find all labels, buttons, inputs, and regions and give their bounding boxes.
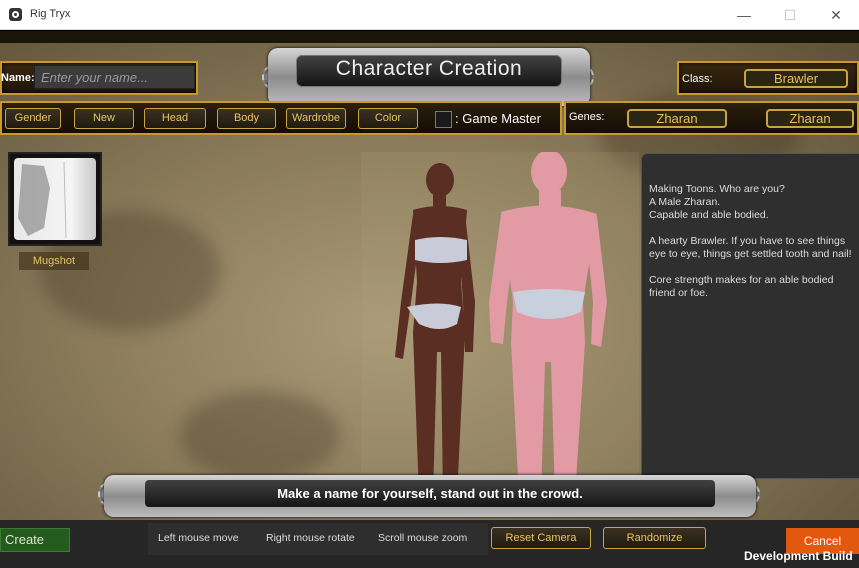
new-button[interactable]: New: [74, 108, 134, 129]
name-label: Name:: [1, 72, 35, 84]
randomize-button[interactable]: Randomize: [603, 527, 706, 549]
create-button[interactable]: Create: [0, 528, 70, 552]
gene-selector-1[interactable]: Zharan: [627, 109, 727, 128]
description-paragraph: Making Toons. Who are you? A Male Zharan…: [649, 183, 859, 222]
page-title: Character Creation: [335, 57, 523, 80]
mugshot-button[interactable]: Mugshot: [19, 252, 89, 270]
wardrobe-button[interactable]: Wardrobe: [286, 108, 346, 129]
minimize-button[interactable]: —: [728, 4, 760, 26]
description-line: A hearty Brawler. If you have to see thi…: [649, 235, 852, 260]
character-models: [395, 150, 607, 497]
gender-button[interactable]: Gender: [5, 108, 61, 129]
top-edge: [0, 31, 859, 43]
description-paragraph: A hearty Brawler. If you have to see thi…: [649, 235, 859, 261]
hint-message: Make a name for yourself, stand out in t…: [277, 486, 583, 501]
description-paragraph: Core strength makes for an able bodied f…: [649, 274, 859, 300]
game-master-label: : Game Master: [455, 111, 541, 126]
name-input[interactable]: Enter your name...: [34, 65, 195, 89]
male-model: [489, 150, 607, 497]
texture-stain: [180, 391, 340, 481]
mugshot-frame: [8, 152, 102, 246]
color-button[interactable]: Color: [358, 108, 418, 129]
hint-left-mouse: Left mouse move: [158, 532, 239, 544]
hint-scroll: Scroll mouse zoom: [378, 532, 468, 544]
development-build-label: Development Build: [744, 549, 853, 563]
description-line: Core strength makes for an able bodied f…: [649, 274, 834, 299]
close-button[interactable]: ✕: [820, 4, 852, 26]
game-viewport[interactable]: Name: Enter your name... Character Creat…: [0, 31, 859, 568]
app-icon: [9, 8, 22, 21]
female-model: [395, 163, 475, 497]
hint-right-mouse: Right mouse rotate: [266, 532, 355, 544]
game-master-checkbox[interactable]: [435, 111, 452, 128]
character-stage[interactable]: [361, 150, 639, 497]
genes-label: Genes:: [569, 111, 605, 123]
mugshot-image: [14, 158, 96, 240]
window-title: Rig Tryx: [30, 8, 71, 20]
maximize-button[interactable]: ☐: [774, 4, 806, 26]
class-label: Class:: [682, 73, 713, 85]
class-selector[interactable]: Brawler: [744, 69, 848, 88]
gene-selector-2[interactable]: Zharan: [766, 109, 854, 128]
description-line: Making Toons. Who are you?: [649, 183, 785, 195]
body-button[interactable]: Body: [217, 108, 276, 129]
head-button[interactable]: Head: [144, 108, 206, 129]
description-text: Making Toons. Who are you? A Male Zharan…: [649, 183, 859, 313]
window-titlebar: Rig Tryx — ☐ ✕: [0, 0, 859, 30]
description-line: A Male Zharan.: [649, 196, 721, 208]
reset-camera-button[interactable]: Reset Camera: [491, 527, 591, 549]
description-line: Capable and able bodied.: [649, 209, 769, 221]
